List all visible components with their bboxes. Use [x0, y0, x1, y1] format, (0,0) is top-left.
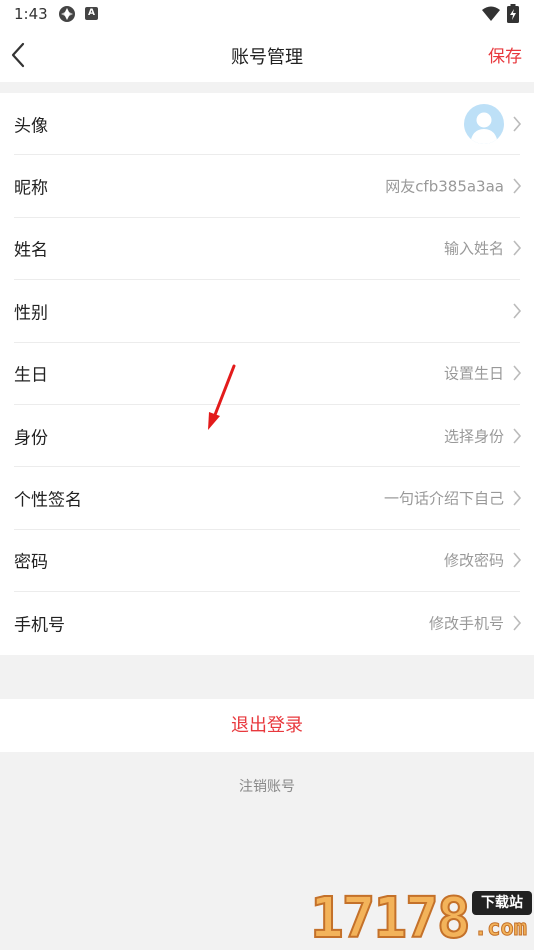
- row-value: 网友cfb385a3aa: [385, 177, 504, 196]
- sync-icon: [59, 6, 75, 22]
- row-label: 密码: [14, 552, 48, 573]
- row-label: 昵称: [14, 178, 48, 199]
- chevron-right-icon: [513, 490, 522, 506]
- row-value: 一句话介绍下自己: [383, 489, 504, 508]
- row-label: 生日: [14, 365, 48, 386]
- row-value: 设置生日: [443, 364, 504, 383]
- chevron-right-icon: [513, 552, 522, 568]
- account-form-list: 头像 昵称 网友cfb385a3aa 姓名 输入姓名 性别 生日 设置生日 身份…: [0, 93, 534, 655]
- watermark-logo: 17178 下载站 .com: [308, 888, 534, 950]
- row-phone[interactable]: 手机号 修改手机号: [14, 592, 522, 654]
- row-password[interactable]: 密码 修改密码: [14, 530, 522, 593]
- avatar[interactable]: [464, 103, 504, 144]
- row-gender[interactable]: 性别: [14, 280, 522, 343]
- row-birthday[interactable]: 生日 设置生日: [14, 343, 522, 405]
- chevron-right-icon: [513, 178, 522, 194]
- row-label: 姓名: [14, 240, 48, 261]
- chevron-right-icon: [513, 428, 522, 444]
- watermark-digits: 17178: [309, 886, 472, 950]
- row-avatar[interactable]: 头像: [14, 93, 522, 156]
- save-button[interactable]: 保存: [488, 42, 522, 67]
- row-label: 性别: [14, 303, 48, 324]
- row-value: 修改密码: [443, 551, 504, 570]
- row-nickname[interactable]: 昵称 网友cfb385a3aa: [14, 155, 522, 218]
- annotation-arrow-icon: [208, 364, 236, 430]
- notification-app-icon: A: [85, 7, 98, 20]
- page-title: 账号管理: [231, 47, 303, 68]
- status-time: 1:43: [14, 5, 48, 23]
- chevron-right-icon: [513, 615, 522, 631]
- wifi-icon: [482, 6, 500, 21]
- nav-bar: 账号管理 保存: [0, 28, 534, 82]
- row-label: 个性签名: [14, 490, 82, 511]
- battery-icon: [507, 4, 519, 23]
- chevron-right-icon: [513, 240, 522, 256]
- row-label: 头像: [14, 116, 48, 137]
- row-value: 修改手机号: [428, 614, 504, 633]
- watermark-badge: 下载站: [472, 891, 532, 915]
- row-value: 选择身份: [443, 427, 504, 446]
- row-label: 身份: [14, 428, 48, 449]
- chevron-right-icon: [513, 116, 522, 132]
- row-name[interactable]: 姓名 输入姓名: [14, 218, 522, 281]
- status-bar: 1:43 A: [0, 0, 534, 28]
- row-signature[interactable]: 个性签名 一句话介绍下自己: [14, 467, 522, 530]
- chevron-right-icon: [513, 365, 522, 381]
- row-value: 输入姓名: [443, 239, 504, 258]
- row-identity[interactable]: 身份 选择身份: [14, 405, 522, 468]
- logout-button[interactable]: 退出登录: [0, 699, 534, 752]
- row-label: 手机号: [14, 615, 65, 636]
- cancel-account-link[interactable]: 注销账号: [0, 776, 534, 796]
- chevron-right-icon: [513, 303, 522, 319]
- logout-label: 退出登录: [231, 715, 303, 736]
- watermark-domain: .com: [474, 916, 528, 942]
- default-user-icon: [470, 112, 498, 144]
